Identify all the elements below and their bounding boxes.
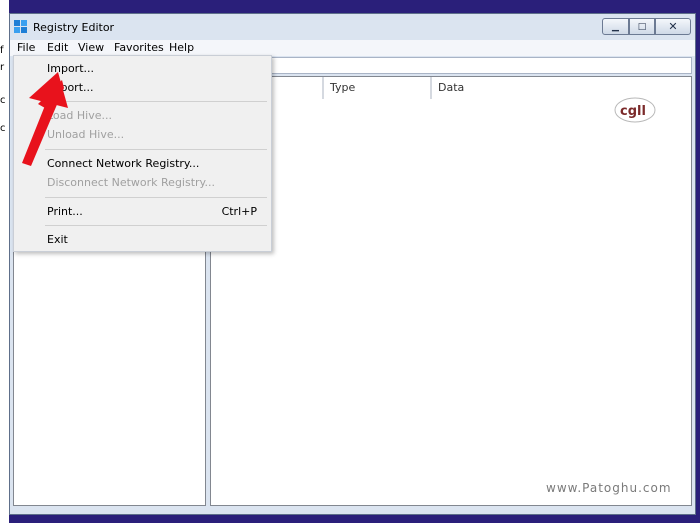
menu-item-label: Import... <box>47 62 94 75</box>
menu-item-connect-network-registry[interactable]: Connect Network Registry... <box>47 155 257 173</box>
desktop-text-fragment: c <box>0 95 6 106</box>
menu-separator <box>45 197 267 198</box>
menu-item-label: Disconnect Network Registry... <box>47 176 215 189</box>
column-header-type[interactable]: Type <box>323 77 431 99</box>
desktop-text-fragment: c <box>0 123 6 134</box>
logo-text: cgll <box>620 104 646 119</box>
menu-bar: File Edit View Favorites Help <box>10 40 695 56</box>
menu-item-label: Connect Network Registry... <box>47 157 200 170</box>
watermark-text: www.Patoghu.com <box>546 481 672 495</box>
menu-separator <box>45 149 267 150</box>
values-list-pane[interactable]: Type Data <box>210 76 692 506</box>
menu-item-shortcut: Ctrl+P <box>221 205 257 218</box>
maximize-icon: □ <box>637 21 647 32</box>
menu-item-disconnect-network-registry: Disconnect Network Registry... <box>47 174 257 192</box>
menu-item-exit[interactable]: Exit <box>47 231 257 249</box>
minimize-button[interactable]: ▁ <box>602 18 629 35</box>
close-icon: ✕ <box>668 20 678 33</box>
menu-item-import[interactable]: Import... <box>47 60 257 78</box>
title-bar[interactable]: Registry Editor ▁ □ ✕ <box>10 14 695 40</box>
window-title: Registry Editor <box>33 21 115 34</box>
menu-item-label: Print... <box>47 205 83 218</box>
menu-item-label: Exit <box>47 233 68 246</box>
menu-item-label: Load Hive... <box>47 109 112 122</box>
minimize-icon: ▁ <box>612 21 619 32</box>
menu-item-export[interactable]: Export... <box>47 79 257 97</box>
menu-item-print[interactable]: Print... Ctrl+P <box>47 203 257 221</box>
menu-item-load-hive: Load Hive... <box>47 107 257 125</box>
desktop-background-strip: f r c c <box>0 0 9 523</box>
menu-favorites[interactable]: Favorites <box>114 41 164 54</box>
menu-separator <box>45 225 267 226</box>
desktop-text-fragment: r <box>0 62 5 73</box>
menu-help[interactable]: Help <box>169 41 194 54</box>
menu-separator <box>45 101 267 102</box>
desktop-text-fragment: f <box>0 45 4 56</box>
registry-editor-icon <box>14 20 27 33</box>
close-button[interactable]: ✕ <box>655 18 691 35</box>
menu-item-label: Unload Hive... <box>47 128 125 141</box>
menu-edit[interactable]: Edit <box>47 41 68 54</box>
site-logo: cgll <box>614 97 656 123</box>
menu-item-label: Export... <box>47 81 94 94</box>
menu-file[interactable]: File <box>17 41 35 54</box>
menu-view[interactable]: View <box>78 41 104 54</box>
menu-item-unload-hive: Unload Hive... <box>47 126 257 144</box>
maximize-button[interactable]: □ <box>629 18 655 35</box>
file-menu-dropdown: Import... Export... Load Hive... Unload … <box>13 55 272 252</box>
